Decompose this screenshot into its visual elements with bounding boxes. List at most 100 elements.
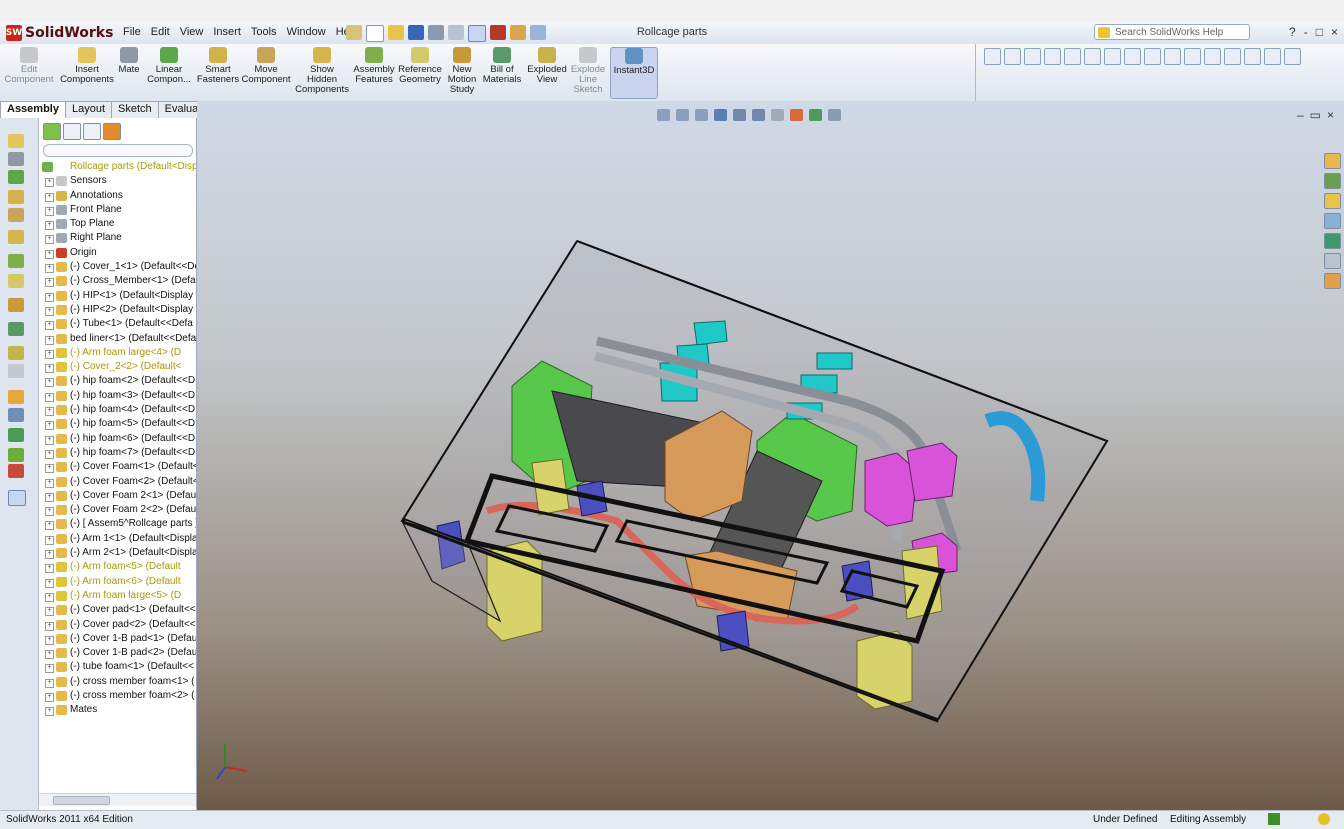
view-front-icon[interactable] bbox=[1104, 48, 1121, 65]
expand-toggle-icon[interactable]: + bbox=[45, 335, 54, 345]
property-manager-tab-icon[interactable] bbox=[63, 123, 81, 140]
expand-toggle-icon[interactable]: + bbox=[45, 178, 54, 188]
print-icon[interactable] bbox=[428, 25, 444, 40]
tree-item[interactable]: + (-) Arm foam large<4> (D bbox=[39, 346, 196, 360]
assembly-model[interactable] bbox=[197, 101, 1344, 810]
edit-component-button[interactable]: Edit Component bbox=[4, 47, 54, 85]
tab-layout[interactable]: Layout bbox=[64, 101, 113, 118]
tree-item[interactable]: + (-) hip foam<7> (Default<<D bbox=[39, 446, 196, 460]
tree-item[interactable]: + Top Plane bbox=[39, 217, 196, 231]
tree-item[interactable]: + (-) hip foam<2> (Default<<D bbox=[39, 374, 196, 388]
tree-item[interactable]: + Front Plane bbox=[39, 203, 196, 217]
tree-item[interactable]: + (-) hip foam<3> (Default<<D bbox=[39, 389, 196, 403]
reference-icon[interactable] bbox=[8, 274, 24, 288]
expand-toggle-icon[interactable]: + bbox=[45, 507, 54, 517]
graphics-viewport[interactable]: – ▭ × bbox=[197, 101, 1344, 810]
expand-toggle-icon[interactable]: + bbox=[45, 278, 54, 288]
tree-item[interactable]: + (-) Cross_Member<1> (Defau bbox=[39, 274, 196, 288]
tree-item[interactable]: + (-) Cover Foam<1> (Default< bbox=[39, 460, 196, 474]
fastener-icon[interactable] bbox=[8, 190, 24, 204]
expand-toggle-icon[interactable]: + bbox=[45, 249, 54, 259]
expand-toggle-icon[interactable]: + bbox=[45, 421, 54, 431]
new-document-icon[interactable] bbox=[366, 25, 384, 42]
view-back-icon[interactable] bbox=[1124, 48, 1141, 65]
insert-component-icon[interactable] bbox=[8, 134, 24, 148]
options-icon[interactable] bbox=[510, 25, 526, 40]
assembly-visualization-icon[interactable] bbox=[8, 464, 24, 478]
tree-item[interactable]: + (-) Cover pad<1> (Default<< bbox=[39, 603, 196, 617]
close-button[interactable]: × bbox=[1331, 25, 1338, 39]
scroll-thumb[interactable] bbox=[53, 796, 110, 805]
tree-item[interactable]: + Right Plane bbox=[39, 231, 196, 245]
tree-item[interactable]: + (-) hip foam<6> (Default<<D bbox=[39, 432, 196, 446]
instant3d-button[interactable]: Instant3D bbox=[610, 47, 658, 99]
display-manager-tab-icon[interactable] bbox=[103, 123, 121, 140]
expand-toggle-icon[interactable]: + bbox=[45, 607, 54, 617]
view-bottom-icon[interactable] bbox=[1204, 48, 1221, 65]
exploded-view-button[interactable]: Exploded View bbox=[526, 47, 568, 85]
expand-toggle-icon[interactable]: + bbox=[45, 292, 54, 302]
tree-item[interactable]: + (-) Arm 1<1> (Default<Displa bbox=[39, 532, 196, 546]
menu-file[interactable]: File bbox=[118, 26, 146, 38]
expand-toggle-icon[interactable]: + bbox=[45, 678, 54, 688]
selection-arrow-icon[interactable] bbox=[1024, 48, 1041, 65]
tree-item[interactable]: + (-) Arm 2<1> (Default<Displa bbox=[39, 546, 196, 560]
undo-icon[interactable] bbox=[448, 25, 464, 40]
view-right-icon[interactable] bbox=[1164, 48, 1181, 65]
tree-item[interactable]: + (-) cross member foam<2> ( bbox=[39, 689, 196, 703]
menu-insert[interactable]: Insert bbox=[208, 26, 246, 38]
tree-item[interactable]: + Sensors bbox=[39, 174, 196, 188]
menu-tools[interactable]: Tools bbox=[246, 26, 282, 38]
explode-line-icon[interactable] bbox=[8, 364, 24, 378]
explode-line-sketch-button[interactable]: Explode Line Sketch bbox=[570, 47, 606, 95]
new-motion-study-button[interactable]: New Motion Study bbox=[446, 47, 478, 95]
motion-icon[interactable] bbox=[8, 298, 24, 312]
app-logo[interactable]: SW SolidWorks bbox=[6, 24, 113, 42]
mate-button[interactable]: Mate bbox=[116, 47, 142, 75]
tree-item[interactable]: + Origin bbox=[39, 246, 196, 260]
view-dimetric-icon[interactable] bbox=[1264, 48, 1281, 65]
tree-item[interactable]: + Mates bbox=[39, 703, 196, 717]
pattern-icon[interactable] bbox=[8, 170, 24, 184]
tree-item[interactable]: + (-) Cover_1<1> (Default<<De bbox=[39, 260, 196, 274]
tree-item[interactable]: + (-) Cover Foam<2> (Default< bbox=[39, 475, 196, 489]
expand-toggle-icon[interactable]: + bbox=[45, 550, 54, 560]
view-left-icon[interactable] bbox=[1144, 48, 1161, 65]
expand-toggle-icon[interactable]: + bbox=[45, 378, 54, 388]
tree-horizontal-scrollbar[interactable] bbox=[39, 793, 196, 806]
menu-window[interactable]: Window bbox=[282, 26, 331, 38]
rebuild-icon[interactable] bbox=[490, 25, 506, 40]
layer-icon[interactable] bbox=[1004, 48, 1021, 65]
expand-toggle-icon[interactable]: + bbox=[45, 535, 54, 545]
reference-geometry-button[interactable]: Reference Geometry bbox=[398, 47, 442, 85]
expand-toggle-icon[interactable]: + bbox=[45, 650, 54, 660]
tab-sketch[interactable]: Sketch bbox=[111, 101, 159, 118]
expand-toggle-icon[interactable]: + bbox=[45, 221, 54, 231]
view-iso-icon[interactable] bbox=[1224, 48, 1241, 65]
select-icon[interactable] bbox=[468, 25, 486, 42]
features-icon[interactable] bbox=[8, 254, 24, 268]
tab-assembly[interactable]: Assembly bbox=[0, 101, 66, 118]
bill-of-materials-button[interactable]: Bill of Materials bbox=[482, 47, 522, 85]
quick-tips-icon[interactable] bbox=[1318, 813, 1330, 825]
tree-item[interactable]: + (-) Cover Foam 2<2> (Defaul bbox=[39, 503, 196, 517]
view-top-icon[interactable] bbox=[1184, 48, 1201, 65]
tree-item[interactable]: + (-) cross member foam<1> ( bbox=[39, 675, 196, 689]
smart-fasteners-button[interactable]: Smart Fasteners bbox=[196, 47, 240, 85]
mass-properties-icon[interactable] bbox=[8, 448, 24, 462]
tree-item[interactable]: + (-) tube foam<1> (Default<< bbox=[39, 660, 196, 674]
expand-toggle-icon[interactable]: + bbox=[45, 449, 54, 459]
expand-toggle-icon[interactable]: + bbox=[45, 435, 54, 445]
assembly-features-button[interactable]: Assembly Features bbox=[352, 47, 396, 85]
expand-toggle-icon[interactable]: + bbox=[45, 478, 54, 488]
expand-toggle-icon[interactable]: + bbox=[45, 707, 54, 717]
interference-icon[interactable] bbox=[8, 390, 24, 404]
expand-toggle-icon[interactable]: + bbox=[45, 407, 54, 417]
open-folder-icon[interactable] bbox=[388, 25, 404, 40]
minimize-button[interactable]: - bbox=[1304, 25, 1308, 39]
expand-toggle-icon[interactable]: + bbox=[45, 664, 54, 674]
instant3d-icon[interactable] bbox=[8, 490, 26, 506]
expand-toggle-icon[interactable]: + bbox=[45, 321, 54, 331]
expand-toggle-icon[interactable]: + bbox=[45, 564, 54, 574]
tree-item[interactable]: + (-) Cover 1-B pad<1> (Defau bbox=[39, 632, 196, 646]
